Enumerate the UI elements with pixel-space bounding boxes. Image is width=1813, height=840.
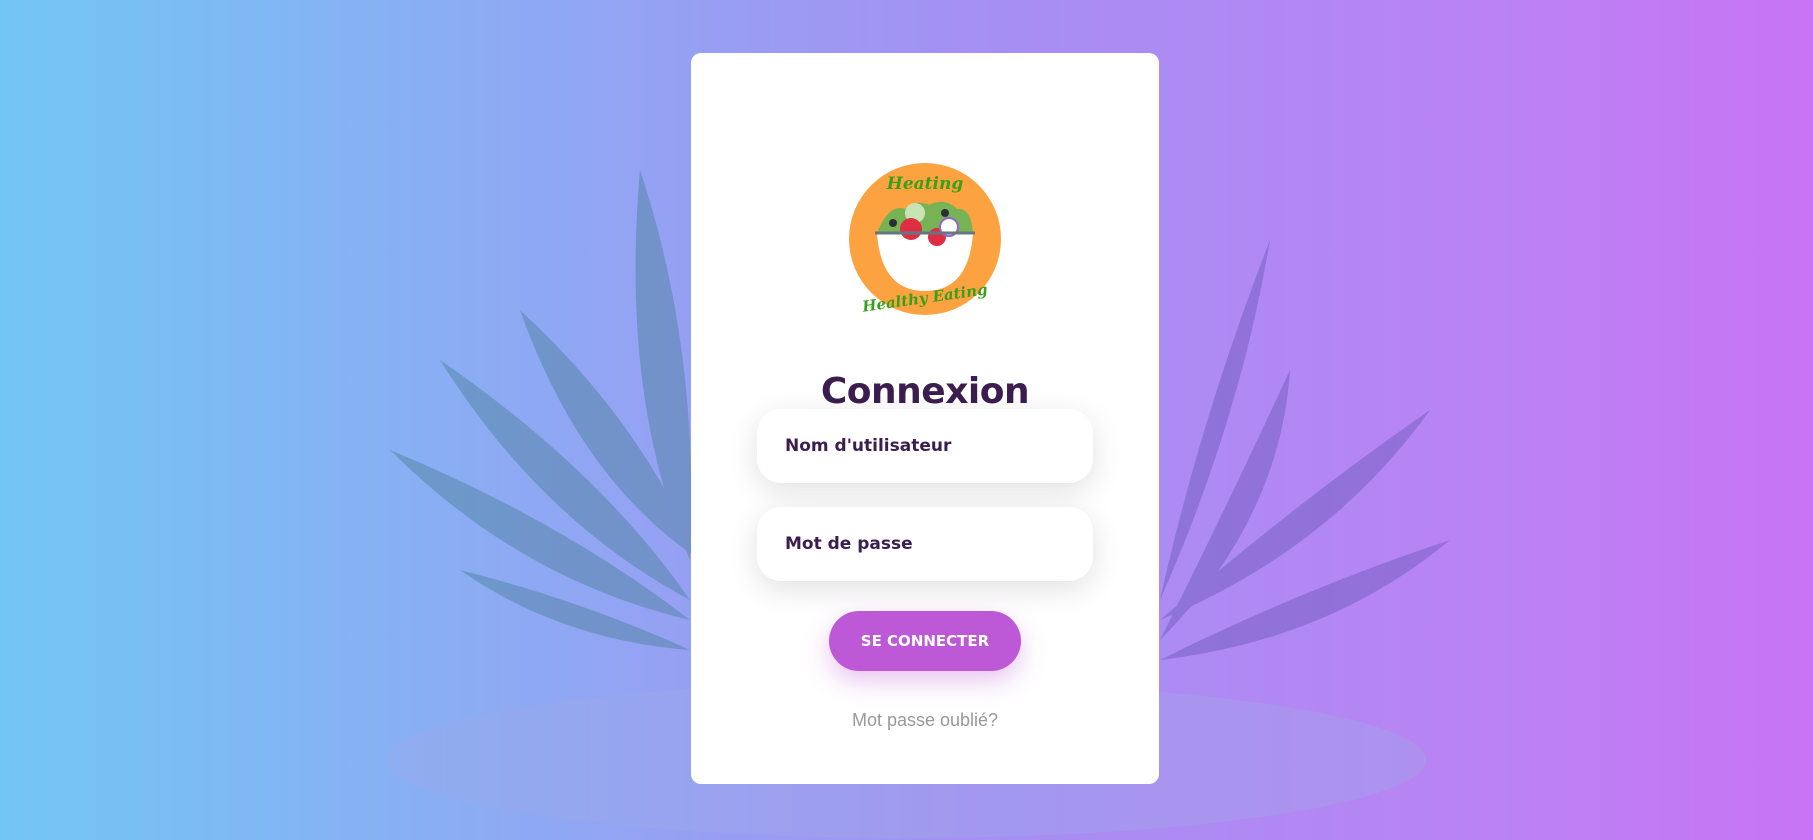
login-button[interactable]: SE CONNECTER <box>829 611 1021 671</box>
username-placeholder: Nom d'utilisateur <box>785 436 952 456</box>
login-card: Heating Healthy Eating Connexion Nom d'u… <box>691 53 1159 784</box>
username-input[interactable]: Nom d'utilisateur <box>757 409 1093 483</box>
page-title: Connexion <box>820 371 1030 412</box>
forgot-password-link[interactable]: Mot passe oublié? <box>691 710 1159 731</box>
password-input[interactable]: Mot de passe <box>757 507 1093 581</box>
password-placeholder: Mot de passe <box>785 534 913 554</box>
svg-text:Heating: Heating <box>886 174 964 194</box>
healthy-eating-logo: Heating Healthy Eating <box>849 163 1001 315</box>
